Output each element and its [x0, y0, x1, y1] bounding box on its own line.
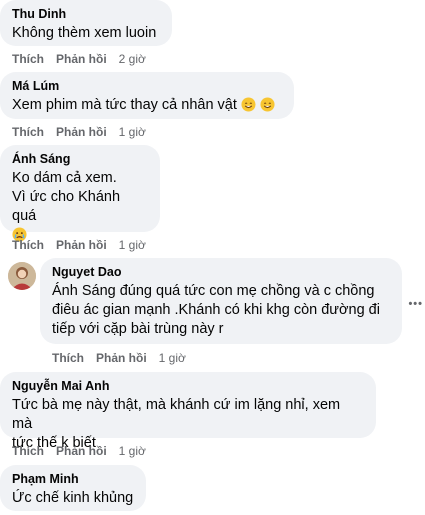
comment-timestamp[interactable]: 1 giờ [119, 238, 146, 252]
reply-button[interactable]: Phản hồi [56, 238, 107, 252]
comment-bubble: Nguyễn Mai Anh Tức bà mẹ này thật, mà kh… [0, 372, 376, 451]
like-button[interactable]: Thích [12, 444, 44, 458]
comment-text-line: Ánh Sáng đúng quá tức con mẹ chồng và c … [52, 282, 390, 301]
comment-author[interactable]: Ánh Sáng [12, 151, 148, 167]
comment-text-content: Xem phim mà tức thay cả nhân vật [12, 97, 237, 113]
comment-text-line: Ko dám cả xem. [12, 170, 117, 186]
comment-timestamp[interactable]: 1 giờ [119, 125, 146, 139]
avatar-image [8, 262, 36, 290]
reply-button[interactable]: Phản hồi [56, 52, 107, 66]
like-button[interactable]: Thích [12, 238, 44, 252]
comment-text-line: Tức bà mẹ này thật, mà khánh cứ im lặng … [12, 397, 341, 432]
comment-text: Xem phim mà tức thay cả nhân vật [12, 96, 282, 115]
like-button[interactable]: Thích [12, 52, 44, 66]
comment-author[interactable]: Má Lúm [12, 78, 282, 94]
sweat-smile-icon [241, 97, 256, 112]
comment-bubble: Nguyet Dao Ánh Sáng đúng quá tức con mẹ … [40, 258, 402, 344]
comment-timestamp[interactable]: 1 giờ [119, 444, 146, 458]
comment-bubble: Thu Dinh Không thèm xem luoin [0, 0, 172, 46]
more-options-icon[interactable]: ••• [408, 298, 423, 310]
mention-link[interactable]: Ánh Sáng [52, 283, 116, 299]
comment-author[interactable]: Nguyet Dao [52, 264, 390, 280]
comment-text: Ức chế kinh khủng [12, 490, 134, 506]
avatar[interactable] [8, 262, 36, 290]
comment-timestamp[interactable]: 1 giờ [159, 351, 186, 365]
comment-text-line: Vì ức cho Khánh quá [12, 189, 121, 224]
like-button[interactable]: Thích [52, 351, 84, 365]
comment-actions: Thích Phản hồi 1 giờ [12, 125, 146, 139]
comment-text: Không thèm xem luoin [12, 25, 157, 41]
comment-bubble: Ánh Sáng Ko dám cả xem. Vì ức cho Khánh … [0, 145, 160, 242]
comment-timestamp[interactable]: 2 giờ [119, 52, 146, 66]
comment-bubble: Phạm Minh Ức chế kinh khủng [0, 465, 146, 511]
comment-author[interactable]: Thu Dinh [12, 6, 160, 22]
comment-bubble: Má Lúm Xem phim mà tức thay cả nhân vật [0, 72, 294, 119]
comment-text-content: đúng quá tức con mẹ chồng và c chồng [115, 283, 375, 299]
reply-button[interactable]: Phản hồi [56, 444, 107, 458]
comment-text-line: điêu ác gian mạnh .Khánh có khi khg còn … [52, 302, 380, 318]
comment-actions: Thích Phản hồi 1 giờ [12, 444, 146, 458]
comment-text-line: tiếp với cặp bài trùng này r [52, 321, 224, 337]
comment-actions: Thích Phản hồi 1 giờ [52, 351, 186, 365]
comment-actions: Thích Phản hồi 2 giờ [12, 52, 146, 66]
like-button[interactable]: Thích [12, 125, 44, 139]
comment-author[interactable]: Phạm Minh [12, 471, 134, 487]
reply-button[interactable]: Phản hồi [96, 351, 147, 365]
sweat-smile-icon [260, 97, 275, 112]
comment-actions: Thích Phản hồi 1 giờ [12, 238, 146, 252]
comment-author[interactable]: Nguyễn Mai Anh [12, 378, 364, 394]
reply-button[interactable]: Phản hồi [56, 125, 107, 139]
